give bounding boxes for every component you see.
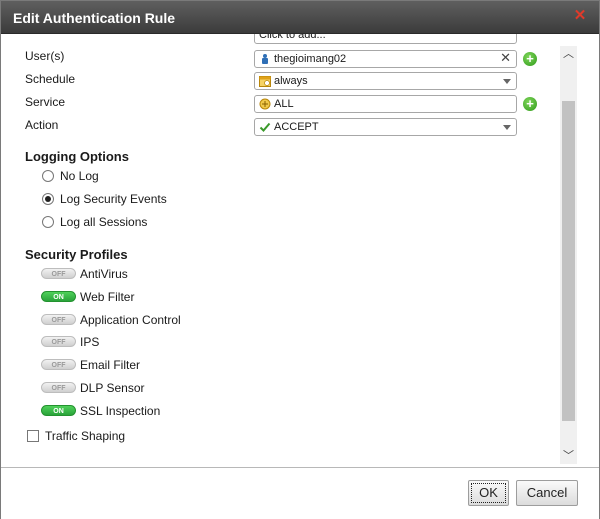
action-label: Action	[25, 118, 59, 132]
vertical-scrollbar[interactable]: ︿ ﹀	[560, 46, 577, 464]
dlp-sensor-toggle[interactable]: OFF	[41, 382, 76, 393]
checkmark-icon	[259, 122, 271, 132]
schedule-select[interactable]: always	[254, 72, 517, 90]
users-value: thegioimang02	[274, 53, 347, 65]
dialog-body: Click to add... User(s) thegioimang02 ✕ …	[1, 34, 599, 467]
service-label: Service	[25, 95, 66, 109]
antivirus-toggle[interactable]: OFF	[41, 268, 76, 279]
service-icon	[259, 98, 271, 110]
dialog-title: Edit Authentication Rule	[13, 10, 176, 26]
close-icon[interactable]: ✕	[573, 8, 587, 23]
scroll-down-icon[interactable]: ﹀	[560, 448, 577, 464]
ok-button[interactable]: OK	[468, 480, 509, 506]
partial-field-value: Click to add...	[259, 34, 326, 41]
traffic-shaping-checkbox[interactable]	[27, 430, 39, 442]
radio-label: No Log	[60, 169, 99, 183]
radio-button[interactable]	[42, 216, 54, 228]
profile-label: Email Filter	[80, 358, 141, 372]
chevron-down-icon	[503, 125, 511, 130]
action-select[interactable]: ACCEPT	[254, 118, 517, 136]
service-field[interactable]: ALL	[254, 95, 517, 113]
scrollbar-thumb[interactable]	[562, 101, 575, 421]
user-icon	[262, 54, 268, 64]
service-value: ALL	[274, 98, 294, 110]
schedule-value: always	[274, 75, 308, 87]
profile-label: Application Control	[80, 313, 181, 327]
email-filter-toggle[interactable]: OFF	[41, 359, 76, 370]
ssl-inspection-toggle[interactable]: ON	[41, 405, 76, 416]
traffic-shaping-label: Traffic Shaping	[45, 429, 126, 443]
edit-authentication-rule-dialog: Edit Authentication Rule ✕ Click to add.…	[0, 0, 600, 519]
dialog-footer: OK Cancel	[1, 467, 599, 519]
add-user-button[interactable]: +	[523, 52, 537, 66]
profile-label: Web Filter	[80, 290, 135, 304]
security-profiles-heading: Security Profiles	[25, 247, 128, 262]
profile-label: SSL Inspection	[80, 404, 161, 418]
action-value: ACCEPT	[274, 121, 319, 133]
calendar-icon	[259, 76, 271, 87]
logging-options-heading: Logging Options	[25, 149, 129, 164]
radio-button[interactable]	[42, 170, 54, 182]
profile-label: IPS	[80, 335, 100, 349]
radio-label: Log all Sessions	[60, 215, 148, 229]
web-filter-toggle[interactable]: ON	[41, 291, 76, 302]
users-label: User(s)	[25, 49, 65, 63]
ips-toggle[interactable]: OFF	[41, 336, 76, 347]
users-field[interactable]: thegioimang02 ✕	[254, 50, 517, 68]
radio-button[interactable]	[42, 193, 54, 205]
application-control-toggle[interactable]: OFF	[41, 314, 76, 325]
chevron-down-icon	[503, 79, 511, 84]
scroll-up-icon[interactable]: ︿	[560, 46, 577, 62]
profile-label: DLP Sensor	[80, 381, 145, 395]
schedule-label: Schedule	[25, 72, 76, 86]
partial-field-input[interactable]: Click to add...	[254, 34, 517, 44]
dialog-titlebar: Edit Authentication Rule ✕	[1, 1, 599, 34]
profile-label: AntiVirus	[80, 267, 128, 281]
add-service-button[interactable]: +	[523, 97, 537, 111]
radio-label: Log Security Events	[60, 192, 167, 206]
cancel-button[interactable]: Cancel	[516, 480, 578, 506]
clear-icon[interactable]: ✕	[500, 50, 511, 66]
